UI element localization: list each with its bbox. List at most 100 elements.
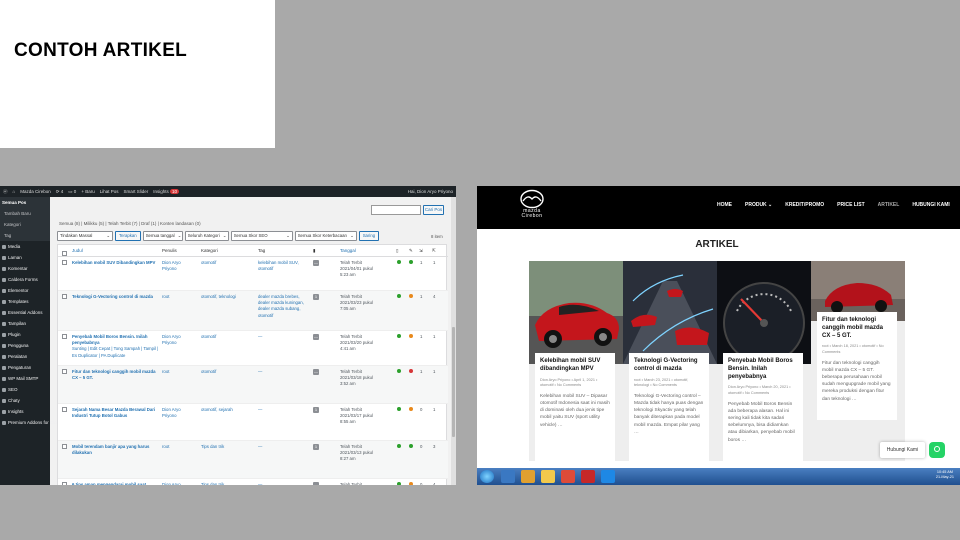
comment-count[interactable]: 1 <box>313 407 319 413</box>
apply-button[interactable]: Terapkan <box>115 231 141 241</box>
comments-icon[interactable]: ▭ 0 <box>68 189 76 195</box>
post-author[interactable]: root <box>162 444 196 450</box>
post-category[interactable]: otomotif, teknologi <box>201 294 251 300</box>
column-title[interactable]: Judul <box>72 248 83 253</box>
post-author[interactable]: root <box>162 369 196 375</box>
home-icon[interactable]: ⌂ <box>13 189 16 194</box>
post-tags[interactable]: — <box>258 334 306 340</box>
article-thumbnail[interactable] <box>529 261 623 364</box>
comment-count[interactable]: — <box>313 482 319 485</box>
post-tags[interactable]: — <box>258 407 306 413</box>
sidebar-item[interactable]: Tag <box>0 230 50 241</box>
comment-count[interactable]: — <box>313 334 319 340</box>
post-category[interactable]: Tips dan trik <box>201 482 251 485</box>
sidebar-item[interactable]: Tambah Baru <box>0 208 50 219</box>
post-author[interactable]: Dion Aryo Priyono <box>162 260 196 272</box>
nav-link[interactable]: HOME <box>717 202 732 208</box>
new-content-link[interactable]: + Baru <box>81 189 94 194</box>
post-tags[interactable]: — <box>258 369 306 375</box>
word-icon[interactable] <box>601 470 615 483</box>
row-checkbox[interactable] <box>62 444 67 449</box>
article-thumbnail[interactable] <box>717 261 811 364</box>
view-post-link[interactable]: Lihat Pos <box>100 189 119 194</box>
filter-button[interactable]: Saring <box>358 231 380 241</box>
row-checkbox[interactable] <box>62 334 67 339</box>
nav-link[interactable]: ARTIKEL <box>878 202 900 208</box>
taskbar-clock[interactable]: 10:45 AM 21-May-21 <box>936 470 954 481</box>
select-all-checkbox[interactable] <box>62 251 67 256</box>
explorer-icon[interactable] <box>501 470 515 483</box>
sidebar-item[interactable]: Pengaturan <box>0 362 50 373</box>
sidebar-item[interactable]: Plugin <box>0 329 50 340</box>
row-actions[interactable]: Sunting | Edit Cepat | Tong Sampah | Tam… <box>72 346 160 358</box>
readability-filter-select[interactable]: Semua Skor Keterbacaan ⌄ <box>294 231 357 241</box>
nav-link[interactable]: PRICE LIST <box>837 202 865 208</box>
sidebar-item[interactable]: Templates <box>0 296 50 307</box>
search-posts-button[interactable]: Cari Pos <box>423 205 444 215</box>
row-checkbox[interactable] <box>62 407 67 412</box>
chrome-icon[interactable] <box>561 470 575 483</box>
media-icon[interactable] <box>521 470 535 483</box>
sidebar-item[interactable]: Pengguna <box>0 340 50 351</box>
insights-link[interactable]: Insights 10 <box>153 189 180 194</box>
sidebar-item[interactable]: WP Mail SMTP <box>0 373 50 384</box>
post-title-link[interactable]: Sejarah Nama Besar Mazda Berawal Dari In… <box>72 407 155 418</box>
post-author[interactable]: Dion Aryo Priyono <box>162 482 196 485</box>
sidebar-item[interactable]: Media <box>0 241 50 252</box>
sidebar-item[interactable]: Premium Addons for Elementor <box>0 417 71 428</box>
row-checkbox[interactable] <box>62 294 67 299</box>
date-filter-select[interactable]: Semua tanggal ⌄ <box>142 231 183 241</box>
status-links[interactable]: Semua (8) | Milikku (5) | Telah Terbit (… <box>59 221 201 226</box>
contact-us-label[interactable]: Hubungi Kami <box>880 442 925 458</box>
folder-icon[interactable] <box>541 470 555 483</box>
user-greeting[interactable]: Hai, Dion Aryo Priyono <box>408 189 453 194</box>
post-author[interactable]: Dion Aryo Priyono <box>162 407 196 419</box>
column-date[interactable]: Tanggal <box>340 248 356 253</box>
post-author[interactable]: root <box>162 294 196 300</box>
post-title-link[interactable]: Mobil terendam banjir apa yang harus dil… <box>72 444 149 455</box>
sidebar-item[interactable]: Tampilan <box>0 318 50 329</box>
row-checkbox[interactable] <box>62 369 67 374</box>
sidebar-item[interactable]: Kategori <box>0 219 50 230</box>
comment-count[interactable]: — <box>313 260 319 266</box>
post-title-link[interactable]: Kelebihan mobil SUV Dibandingkan MPV <box>72 260 155 265</box>
nav-link[interactable]: HUBUNGI KAMI <box>912 202 950 208</box>
sidebar-item[interactable]: Essential Addons <box>0 307 50 318</box>
sidebar-item[interactable]: Semua Pos <box>0 197 50 208</box>
post-tags[interactable]: — <box>258 482 306 485</box>
article-card[interactable]: Penyebab Mobil Boros Bensin. Inilah peny… <box>717 261 811 461</box>
sidebar-item[interactable]: Chaty <box>0 395 50 406</box>
post-title-link[interactable]: Fitur dan teknologi canggih mobil mazda … <box>72 369 156 380</box>
pdf-icon[interactable] <box>581 470 595 483</box>
sidebar-item[interactable]: Caldera Forms <box>0 274 50 285</box>
post-title-link[interactable]: 6 tips aman mengendarai mobil saat Hibur… <box>72 482 146 485</box>
category-filter-select[interactable]: Seluruh Kategori ⌄ <box>184 231 229 241</box>
article-thumbnail[interactable] <box>623 261 717 364</box>
post-category[interactable]: otomotif <box>201 334 251 340</box>
chat-icon[interactable] <box>929 442 945 458</box>
comment-count[interactable]: 1 <box>313 444 319 450</box>
wordpress-logo-icon[interactable]: ⓦ <box>3 189 8 195</box>
post-search-input[interactable] <box>371 205 421 215</box>
comment-count[interactable]: 1 <box>313 294 319 300</box>
post-title-link[interactable]: Penyebab Mobil Boros Bensin. Inilah peny… <box>72 334 147 345</box>
post-tags[interactable]: — <box>258 444 306 450</box>
post-author[interactable]: Dion Aryo Priyono <box>162 334 196 346</box>
smart-slider-link[interactable]: Smart Slider <box>123 189 148 194</box>
seo-filter-select[interactable]: Semua Skor SEO ⌄ <box>230 231 293 241</box>
nav-link[interactable]: PRODUK ⌄ <box>745 202 772 208</box>
sidebar-item[interactable]: Laman <box>0 252 50 263</box>
sidebar-item[interactable]: Elementor <box>0 285 50 296</box>
article-card[interactable]: Teknologi G-Vectoring control di mazda r… <box>623 261 717 461</box>
post-category[interactable]: otomotif <box>201 369 251 375</box>
card-title[interactable]: Teknologi G-Vectoring control di mazda <box>634 358 704 374</box>
post-category[interactable]: otomotif, sejarah <box>201 407 251 413</box>
sidebar-item[interactable]: SEO <box>0 384 50 395</box>
card-title[interactable]: Fitur dan teknologi canggih mobil mazda … <box>822 317 892 340</box>
bulk-action-select[interactable]: Tindakan Massal ⌄ <box>57 231 113 241</box>
card-title[interactable]: Kelebihan mobil SUV dibandingkan MPV <box>540 358 610 374</box>
sidebar-item[interactable]: Komentar <box>0 263 50 274</box>
sidebar-item[interactable]: Insights <box>0 406 50 417</box>
post-title-link[interactable]: Teknologi G-Vectoring control di mazda <box>72 294 153 299</box>
site-name-link[interactable]: Mazda Cirebon <box>20 189 51 194</box>
